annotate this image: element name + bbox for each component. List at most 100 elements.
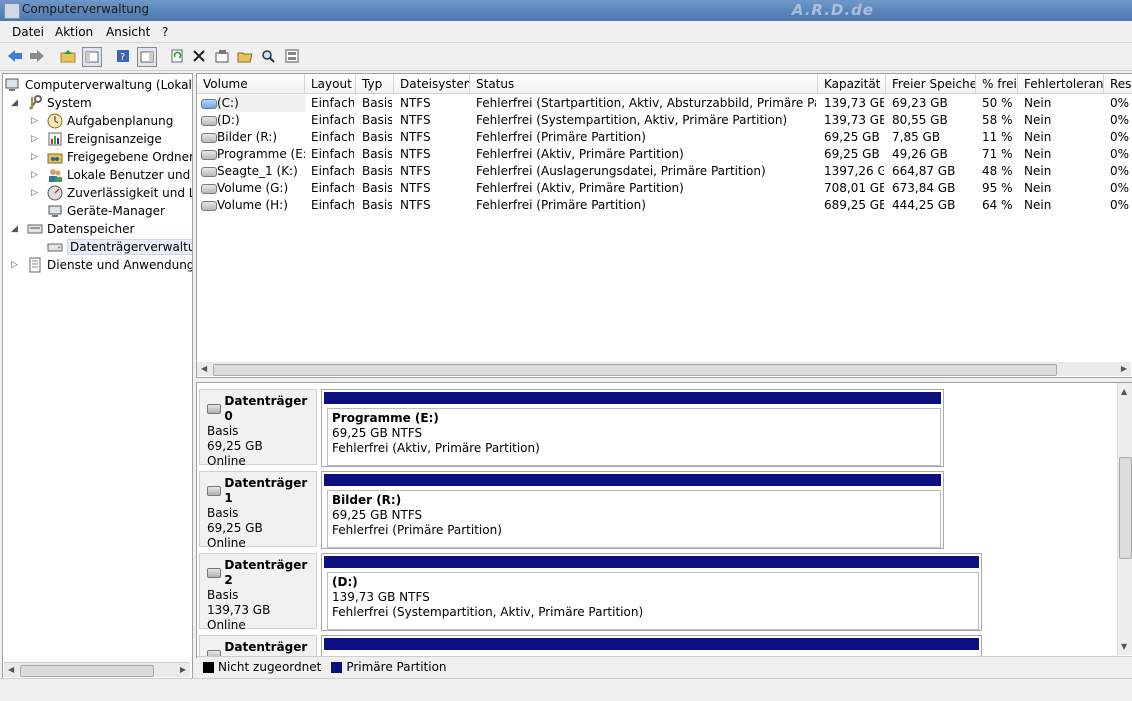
scroll-left-icon[interactable]: ◀: [8, 665, 14, 674]
partition-block[interactable]: Programme (E:) 69,25 GB NTFS Fehlerfrei …: [321, 389, 944, 467]
tree-item-event-viewer[interactable]: ▷ Ereignisanzeige: [31, 130, 162, 148]
scroll-up-icon[interactable]: ▲: [1121, 387, 1127, 396]
search-icon[interactable]: [259, 47, 277, 65]
disk-row[interactable]: Datenträger 2 Basis 139,73 GB Online (D:…: [199, 553, 982, 632]
disk-row[interactable]: Datenträger 0 Basis 69,25 GB Online Prog…: [199, 389, 944, 468]
disk-row[interactable]: Datenträger 1 Basis 69,25 GB Online Bild…: [199, 471, 944, 550]
expand-arrow-icon[interactable]: ▷: [31, 134, 41, 144]
column-header[interactable]: Status: [470, 74, 818, 94]
partition-block[interactable]: Bilder (R:) 69,25 GB NTFS Fehlerfrei (Pr…: [321, 471, 944, 549]
column-header[interactable]: Freier Speicher: [886, 74, 976, 94]
table-cell: Nein: [1024, 198, 1052, 212]
properties-icon[interactable]: [213, 47, 231, 65]
table-row[interactable]: (C:) Einfach Basis NTFS Fehlerfrei (Startpar…: [197, 95, 1132, 112]
table-cell: 64 %: [982, 198, 1013, 212]
open-icon[interactable]: [236, 47, 254, 65]
table-cell: 139,73 GB: [824, 96, 884, 110]
tree-item-disk-management[interactable]: Datenträgerverwaltung: [47, 238, 192, 256]
disk-info[interactable]: Datenträger 1 Basis 69,25 GB Online: [199, 471, 317, 550]
tree-item-storage[interactable]: ◢ Datenspeicher: [11, 220, 134, 238]
forward-arrow-icon[interactable]: [28, 47, 46, 65]
partition-block[interactable]: [321, 635, 982, 657]
scroll-down-icon[interactable]: ▼: [1121, 642, 1127, 651]
scroll-right-icon[interactable]: ▶: [1121, 364, 1127, 373]
volume-list: Volume Layout Typ Dateisystem Status Kap…: [196, 73, 1132, 378]
column-header[interactable]: Fehlertoleranz: [1018, 74, 1104, 94]
table-row[interactable]: Bilder (R:) Einfach Basis NTFS Fehlerfrei (P…: [197, 129, 1132, 146]
tree-item-reliability[interactable]: ▷ Zuverlässigkeit und Leis: [31, 184, 192, 202]
tree-root[interactable]: Computerverwaltung (Lokal): [5, 76, 192, 94]
expand-arrow-icon[interactable]: ▷: [31, 170, 41, 180]
tree-item-system[interactable]: ◢ System: [11, 94, 92, 112]
disk-info[interactable]: Datenträger 0 Basis 69,25 GB Online: [199, 389, 317, 468]
table-row[interactable]: Volume (H:) Einfach Basis NTFS Fehlerfrei (P…: [197, 197, 1132, 214]
partition-block[interactable]: (D:) 139,73 GB NTFS Fehlerfrei (Systempa…: [321, 553, 982, 631]
disk-state: Online: [207, 454, 246, 468]
table-cell: 49,26 GB: [892, 147, 948, 161]
table-cell: Basis: [362, 198, 392, 212]
table-row[interactable]: Seagte_1 (K:) Einfach Basis NTFS Fehlerfrei …: [197, 163, 1132, 180]
back-arrow-icon[interactable]: [6, 47, 24, 65]
table-cell: 673,84 GB: [892, 181, 956, 195]
column-header[interactable]: % frei: [976, 74, 1018, 94]
expand-arrow-icon[interactable]: ▷: [31, 188, 41, 198]
tree-item-local-users[interactable]: ▷ Lokale Benutzer und Gr: [31, 166, 192, 184]
menu-ansicht[interactable]: Ansicht: [106, 25, 150, 39]
disk-settings-icon[interactable]: [283, 47, 301, 65]
scroll-right-icon[interactable]: ▶: [180, 665, 186, 674]
column-header[interactable]: Dateisystem: [394, 74, 470, 94]
disk-info[interactable]: Datenträger 2 Basis 139,73 GB Online: [199, 553, 317, 632]
scroll-left-icon[interactable]: ◀: [201, 364, 207, 373]
disk-size: 139,73 GB: [207, 603, 271, 617]
hard-disk-icon: [207, 568, 222, 578]
show-hide-action-pane-icon[interactable]: [137, 47, 157, 67]
column-header[interactable]: Layout: [305, 74, 356, 94]
up-folder-icon[interactable]: [59, 47, 77, 65]
scrollbar-thumb[interactable]: [1119, 457, 1132, 559]
computer-management-icon: [5, 77, 21, 93]
volume-name-cell: Bilder (R:): [217, 130, 278, 144]
delete-icon[interactable]: [190, 47, 208, 65]
refresh-icon[interactable]: [168, 47, 186, 65]
scrollbar-thumb[interactable]: [20, 665, 154, 677]
table-cell: Fehlerfrei (Auslagerungsdatei, Primäre P…: [476, 164, 766, 178]
expand-arrow-icon[interactable]: ▷: [11, 260, 21, 270]
table-cell: 139,73 GB: [824, 113, 884, 127]
expand-arrow-icon[interactable]: ▷: [31, 152, 41, 162]
title-bar: Computerverwaltung A.R.D.de: [0, 0, 1132, 21]
table-cell: Fehlerfrei (Aktiv, Primäre Partition): [476, 181, 684, 195]
list-horizontal-scrollbar[interactable]: ◀ ▶: [197, 362, 1131, 376]
column-header[interactable]: Res: [1104, 74, 1132, 94]
tree-item-task-scheduler[interactable]: ▷ Aufgabenplanung: [31, 112, 173, 130]
table-cell: Basis: [362, 96, 392, 110]
table-row[interactable]: Programme (E:) Einfach Basis NTFS Fehlerfrei…: [197, 146, 1132, 163]
table-cell: Einfach: [311, 113, 354, 127]
table-cell: 69,23 GB: [892, 96, 948, 110]
column-header[interactable]: Volume: [197, 74, 305, 94]
help-icon[interactable]: ?: [114, 47, 132, 65]
disk-map-vertical-scrollbar[interactable]: ▲ ▼: [1117, 383, 1132, 655]
disk-row[interactable]: Datenträger 3: [199, 635, 982, 657]
tree-item-shared-folders[interactable]: ▷ Freigegebene Ordner: [31, 148, 192, 166]
expand-arrow-icon[interactable]: ▷: [31, 116, 41, 126]
volume-icon: [201, 167, 217, 177]
show-hide-tree-icon[interactable]: [82, 47, 102, 67]
tree-horizontal-scrollbar[interactable]: ◀ ▶: [4, 662, 190, 677]
menu-datei[interactable]: Datei: [12, 25, 44, 39]
column-header[interactable]: Typ: [356, 74, 394, 94]
menu-help[interactable]: ?: [162, 25, 168, 39]
disk-name: Datenträger 0: [224, 394, 308, 423]
legend-swatch-primary: [331, 661, 343, 673]
collapse-arrow-icon[interactable]: ◢: [11, 98, 21, 108]
hard-disk-icon: [207, 404, 222, 414]
column-header[interactable]: Kapazität: [818, 74, 886, 94]
collapse-arrow-icon[interactable]: ◢: [11, 224, 21, 234]
scrollbar-thumb[interactable]: [213, 364, 1057, 376]
table-row[interactable]: (D:) Einfach Basis NTFS Fehlerfrei (Systempa…: [197, 112, 1132, 129]
table-row[interactable]: Volume (G:) Einfach Basis NTFS Fehlerfrei (A…: [197, 180, 1132, 197]
tree-item-services[interactable]: ▷ Dienste und Anwendungen: [11, 256, 192, 274]
tree-item-device-manager[interactable]: Geräte-Manager: [47, 202, 165, 220]
menu-aktion[interactable]: Aktion: [55, 25, 93, 39]
volume-icon: [201, 116, 217, 126]
disk-info[interactable]: Datenträger 3: [199, 635, 317, 657]
